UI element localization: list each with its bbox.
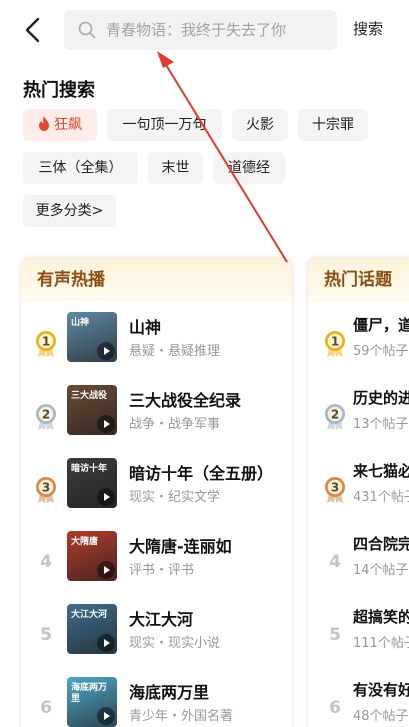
topic-meta: 59个帖子 <box>353 344 409 359</box>
play-icon[interactable] <box>97 488 115 506</box>
book-cover[interactable]: 三大战役 <box>67 385 117 435</box>
topic-meta: 111个帖子 <box>353 636 409 651</box>
svg-text:3: 3 <box>331 481 339 495</box>
hot-search-title: 热门搜索 <box>23 80 95 101</box>
topic-list-item[interactable]: 4 四合院完 14个帖子 <box>308 531 409 591</box>
topic-list-item[interactable]: 2 历史的进 13个帖子 <box>308 385 409 445</box>
play-icon[interactable] <box>97 634 115 652</box>
audio-list-item[interactable]: 2 三大战役 三大战役全纪录战争・战争军事 <box>21 385 292 445</box>
topic-list-item[interactable]: 1 僵尸，道 59个帖子 <box>308 312 409 372</box>
rank-number: 4 <box>329 552 341 572</box>
topic-list-item[interactable]: 6 有没有好 48个帖子 <box>308 677 409 727</box>
svg-text:1: 1 <box>331 335 339 349</box>
audio-title: 山神 <box>129 318 162 337</box>
rank-number: 4 <box>40 552 52 572</box>
cover-title: 海底两万里 <box>71 683 108 704</box>
hot-topics-card: 热门话题 1 僵尸，道 59个帖子 2 历史的进 13个帖子 3 来七猫必 431个帖子 4 四合院… <box>307 257 409 727</box>
rank-medal-icon: 2 <box>325 404 345 430</box>
topic-title: 来七猫必 <box>353 462 409 480</box>
audio-list-item[interactable]: 3 暗访十年 暗访十年（全五册） 现实・纪实文学 <box>21 458 292 518</box>
audio-meta: 现实・纪实文学 <box>129 490 221 505</box>
play-icon[interactable] <box>97 707 115 725</box>
rank-medal-icon: 3 <box>325 477 345 503</box>
topic-list-item[interactable]: 3 来七猫必 431个帖子 <box>308 458 409 518</box>
search-input[interactable] <box>106 10 330 50</box>
hot-search-chip[interactable]: 三体（全集） <box>23 152 138 184</box>
more-categories-button[interactable]: 更多分类> <box>23 195 116 227</box>
rank-number: 5 <box>329 625 341 645</box>
audio-meta: 悬疑・悬疑推理 <box>129 344 221 359</box>
play-icon[interactable] <box>97 415 115 433</box>
chip-label: 狂飙 <box>54 117 82 133</box>
search-icon <box>78 21 96 39</box>
rank-medal-icon: 1 <box>36 331 56 357</box>
rank-medal-icon: 3 <box>36 477 56 503</box>
cover-title: 大江大河 <box>71 610 108 620</box>
hot-search-chip[interactable]: 一句顶一万句 <box>107 109 222 141</box>
search-bar[interactable] <box>64 10 337 50</box>
topic-meta: 14个帖子 <box>353 563 409 578</box>
audio-title: 大江大河 <box>129 610 194 629</box>
audio-list-item[interactable]: 4 大隋唐 大隋唐-连丽如评书・评书 <box>21 531 292 591</box>
svg-text:1: 1 <box>42 335 50 349</box>
topic-meta: 48个帖子 <box>353 709 409 724</box>
book-cover[interactable]: 山神 <box>67 312 117 362</box>
topic-meta: 13个帖子 <box>353 417 409 432</box>
hot-search-chip[interactable]: 十宗罪 <box>298 109 368 141</box>
cover-title: 暗访十年 <box>71 464 108 474</box>
hot-search-chip[interactable]: 道德经 <box>213 152 285 184</box>
hot-search-chip[interactable]: 狂飙 <box>23 109 97 141</box>
search-button[interactable]: 搜索 <box>353 18 383 39</box>
play-icon[interactable] <box>97 561 115 579</box>
audio-list-item[interactable]: 6 海底两万里 海底两万里青少年・外国名著 <box>21 677 292 727</box>
audio-list-item[interactable]: 1 山神 山神悬疑・悬疑推理 <box>21 312 292 372</box>
topic-list-item[interactable]: 5 超搞笑的 111个帖子 <box>308 604 409 664</box>
svg-text:2: 2 <box>42 408 50 422</box>
audio-hot-card: 有声热播 1 山神 山神悬疑・悬疑推理 2 三大战役 三大战役全纪录战争・战争军事 3 暗访十… <box>20 257 293 727</box>
hot-search-chip[interactable]: 火影 <box>232 109 288 141</box>
flame-icon <box>39 116 49 131</box>
rank-medal-icon: 2 <box>36 404 56 430</box>
rank-medal-icon: 1 <box>325 331 345 357</box>
book-cover[interactable]: 暗访十年 <box>67 458 117 508</box>
topic-meta: 431个帖子 <box>353 490 409 505</box>
rank-number: 6 <box>40 698 52 718</box>
hot-topics-title: 热门话题 <box>308 258 409 302</box>
svg-text:2: 2 <box>331 408 339 422</box>
topic-title: 四合院完 <box>353 535 409 553</box>
cover-title: 大隋唐 <box>71 537 99 547</box>
svg-text:3: 3 <box>42 481 50 495</box>
audio-meta: 青少年・外国名著 <box>129 709 234 724</box>
rank-number: 5 <box>40 625 52 645</box>
topic-title: 僵尸，道 <box>353 316 409 334</box>
audio-title: 三大战役全纪录 <box>129 391 242 410</box>
play-icon[interactable] <box>97 342 115 360</box>
audio-title: 海底两万里 <box>129 683 210 702</box>
audio-meta: 战争・战争军事 <box>129 417 221 432</box>
hot-search-chip[interactable]: 末世 <box>148 152 203 184</box>
topic-title: 超搞笑的 <box>353 608 409 626</box>
book-cover[interactable]: 大江大河 <box>67 604 117 654</box>
cover-title: 三大战役 <box>71 391 108 401</box>
audio-meta: 评书・评书 <box>129 563 195 578</box>
back-arrow-icon[interactable] <box>22 17 44 43</box>
topic-title: 有没有好 <box>353 681 409 699</box>
book-cover[interactable]: 海底两万里 <box>67 677 117 727</box>
topic-title: 历史的进 <box>353 389 409 407</box>
rank-number: 6 <box>329 698 341 718</box>
book-cover[interactable]: 大隋唐 <box>67 531 117 581</box>
audio-list-item[interactable]: 5 大江大河 大江大河现实・现实小说 <box>21 604 292 664</box>
cover-title: 山神 <box>71 318 90 328</box>
audio-title: 暗访十年（全五册） <box>129 464 274 483</box>
audio-hot-title: 有声热播 <box>21 258 292 302</box>
top-bar: 搜索 <box>0 0 409 60</box>
audio-meta: 现实・现实小说 <box>129 636 221 651</box>
audio-title: 大隋唐-连丽如 <box>129 537 232 556</box>
